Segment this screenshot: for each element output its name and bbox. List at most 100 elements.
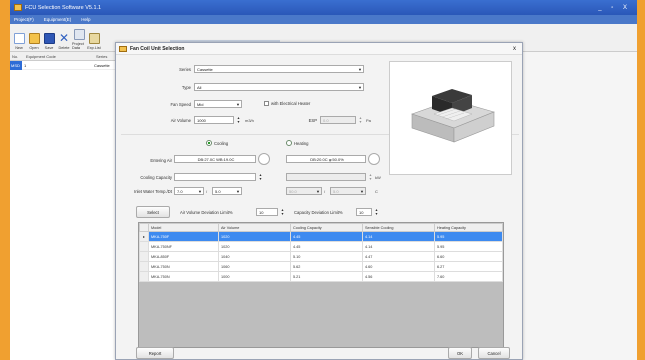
chevron-down-icon: ▼ xyxy=(236,189,240,194)
esp-spinner[interactable]: ▲ ▼ xyxy=(358,116,363,124)
entering-air-cooling-button[interactable] xyxy=(258,153,270,165)
air-volume-deviation-input[interactable]: 10 xyxy=(256,208,278,216)
cooling-capacity-input[interactable] xyxy=(174,173,256,181)
cancel-button[interactable]: Cancel xyxy=(478,347,510,359)
cell-cooling-capacity: 5.10 xyxy=(290,251,363,262)
chevron-down-icon: ▼ xyxy=(316,189,320,194)
chevron-down-icon: ▼ xyxy=(198,189,202,194)
cooling-capacity-spinner[interactable]: ▲ ▼ xyxy=(258,173,263,181)
table-row[interactable]: MKA-750N 1060 5.62 4.60 6.27 xyxy=(139,261,503,272)
inlet-water-sep-2: / xyxy=(324,189,326,194)
new-button[interactable]: New xyxy=(12,33,26,51)
cell-sensible-cooling: 4.14 xyxy=(362,241,435,252)
cell-sensible-cooling: 4.47 xyxy=(362,251,435,262)
col-no: No. xyxy=(12,53,19,59)
cell-heating-capacity: 6.27 xyxy=(434,261,503,272)
heating-radio[interactable]: Heating xyxy=(286,140,308,146)
table-row[interactable]: MSD 1 Cassette xyxy=(10,60,126,70)
ok-button[interactable]: OK xyxy=(448,347,472,359)
inlet-water-heat-temp[interactable]: 50.0 ▼ xyxy=(286,187,322,195)
col-heating-capacity: Heating Capacity xyxy=(434,223,503,232)
heating-capacity-spinner[interactable]: ▲ ▼ xyxy=(368,173,373,181)
window-controls[interactable]: _ ▫ X xyxy=(598,5,637,11)
cell-air-volume: 1020 xyxy=(218,241,291,252)
table-row[interactable]: ▸ MKA-750F 1020 4.45 4.14 5.95 xyxy=(139,231,503,242)
results-table-header: Model Air Volume Cooling Capacity Sensib… xyxy=(139,223,503,232)
fcu-selection-dialog: Fan Coil Unit Selection x Series Cassett… xyxy=(115,42,523,360)
table-row[interactable]: MKA-850F 1040 5.10 4.47 6.60 xyxy=(139,251,503,262)
results-table: Model Air Volume Cooling Capacity Sensib… xyxy=(139,223,503,282)
product-image xyxy=(389,61,512,175)
results-table-area[interactable]: Model Air Volume Cooling Capacity Sensib… xyxy=(138,222,504,348)
delete-button[interactable]: ✕ Delete xyxy=(57,32,71,51)
heating-capacity-input[interactable] xyxy=(286,173,366,181)
equipment-grid[interactable]: No. Equipment Code Series MSD 1 Cassette xyxy=(10,52,127,360)
capacity-deviation-spinner[interactable]: ▲ ▼ xyxy=(374,208,379,216)
inlet-water-cool-dt[interactable]: 5.0 ▼ xyxy=(212,187,242,195)
chevron-down-icon: ▼ xyxy=(358,67,362,72)
frame-right xyxy=(637,0,645,360)
menubar: Project(F) Equipment(E) Help xyxy=(10,15,637,24)
exp-list-button[interactable]: Exp.List xyxy=(87,33,101,51)
series-select[interactable]: Cassette ▼ xyxy=(194,65,364,73)
save-icon xyxy=(43,33,55,44)
row-selector[interactable]: MSD xyxy=(10,60,22,70)
entering-air-heating[interactable]: DB:20.0C φ:50.0% xyxy=(286,155,366,163)
open-icon xyxy=(28,33,40,44)
fan-speed-select[interactable]: Mid ▼ xyxy=(194,100,242,108)
capacity-unit: kW xyxy=(375,175,381,180)
menu-equipment[interactable]: Equipment(E) xyxy=(44,17,72,22)
window-title: FCU Selection Software V5.1.1 xyxy=(25,4,102,11)
row-header xyxy=(139,251,149,262)
inlet-water-cool-temp[interactable]: 7.0 ▼ xyxy=(174,187,204,195)
dialog-icon xyxy=(119,45,127,52)
select-button[interactable]: Select xyxy=(136,206,170,218)
inlet-water-label: Inlet Water Temp./Dt xyxy=(134,189,172,194)
frame-left xyxy=(0,0,10,360)
cooling-radio[interactable]: Cooling xyxy=(206,140,228,146)
entering-air-cooling[interactable]: DB:27.0C WB:19.0C xyxy=(174,155,256,163)
cassette-unit-illustration xyxy=(411,89,495,143)
report-button[interactable]: Report xyxy=(136,347,174,359)
cell-air-volume: 1020 xyxy=(218,231,291,242)
chevron-down-icon: ▼ xyxy=(360,189,364,194)
esp-unit: Pa xyxy=(366,118,371,123)
cell-sensible-cooling: 4.60 xyxy=(362,261,435,272)
capacity-deviation-input[interactable]: 10 xyxy=(356,208,372,216)
exp-list-icon xyxy=(88,33,100,44)
fan-speed-label: Fan Speed xyxy=(170,102,192,107)
chevron-down-icon: ▼ xyxy=(236,102,240,107)
open-button[interactable]: Open xyxy=(27,33,41,51)
menu-project[interactable]: Project(F) xyxy=(14,17,34,22)
table-row[interactable]: MKA-750NF 1020 4.45 4.14 5.95 xyxy=(139,241,503,252)
row-header xyxy=(139,271,149,282)
air-volume-deviation-spinner[interactable]: ▲ ▼ xyxy=(280,208,285,216)
titlebar: FCU Selection Software V5.1.1 _ ▫ X xyxy=(10,0,637,15)
col-cooling-capacity: Cooling Capacity xyxy=(290,223,363,232)
col-equipment-code: Equipment Code xyxy=(26,53,56,59)
cell-heating-capacity: 5.95 xyxy=(434,231,503,242)
cell-cooling-capacity: 5.21 xyxy=(290,271,363,282)
air-volume-spinner[interactable]: ▲ ▼ xyxy=(236,116,241,124)
cell-sensible-cooling: 4.14 xyxy=(362,231,435,242)
cell-model: MKA-750NF xyxy=(148,241,219,252)
air-volume-input[interactable]: 1000 xyxy=(194,116,234,124)
col-model: Model xyxy=(148,223,219,232)
inlet-water-heat-dt[interactable]: 5.0 ▼ xyxy=(330,187,366,195)
cell-heating-capacity: 5.95 xyxy=(434,241,503,252)
close-icon[interactable]: x xyxy=(513,46,516,52)
esp-input[interactable]: 0.0 xyxy=(320,116,356,124)
save-button[interactable]: Save xyxy=(42,33,56,51)
cell-cooling-capacity: 5.62 xyxy=(290,261,363,272)
cell-heating-capacity: 6.60 xyxy=(434,251,503,262)
entering-air-heating-button[interactable] xyxy=(368,153,380,165)
menu-help[interactable]: Help xyxy=(81,17,90,22)
series-label: Series xyxy=(179,67,191,72)
inlet-water-sep: / xyxy=(206,189,208,194)
project-data-button[interactable]: Project Data xyxy=(72,29,86,51)
cell-model: MKA-750N xyxy=(148,261,219,272)
electrical-heater-checkbox[interactable] xyxy=(264,101,269,106)
type-select[interactable]: All ▼ xyxy=(194,83,364,91)
table-row[interactable]: MKA-750N 1000 5.21 4.56 7.60 xyxy=(139,271,503,282)
cell-model: MKA-750F xyxy=(148,231,219,242)
